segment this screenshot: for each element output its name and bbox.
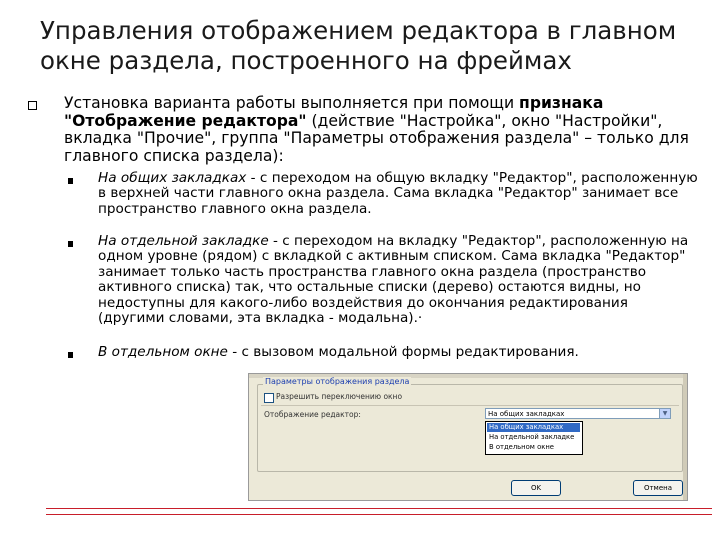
intro-text: Установка варианта работы выполняется пр…	[64, 94, 520, 112]
item-text: - с вызовом модальной формы редактирован…	[227, 344, 579, 360]
square-bullet-icon	[28, 101, 37, 110]
item-italic: На отдельной закладке	[98, 233, 269, 249]
switch-window-checkbox[interactable]	[264, 393, 274, 403]
option-common-tabs[interactable]: На общих закладках	[487, 423, 580, 432]
footer-line	[46, 508, 712, 509]
cancel-button[interactable]: Отмена	[633, 480, 683, 496]
bullet-icon	[68, 352, 73, 358]
bullet-icon	[68, 241, 73, 247]
list-item: На общих закладках - с переходом на общу…	[98, 170, 698, 217]
settings-dialog-screenshot: Параметры отображения раздела Разрешить …	[248, 373, 688, 501]
ok-button[interactable]: OK	[511, 480, 561, 496]
dialog-scrollbar[interactable]	[683, 374, 687, 500]
editor-display-dropdown: На общих закладках На отдельной закладке…	[485, 421, 583, 455]
select-value: На общих закладках	[488, 410, 565, 418]
intro-paragraph: Установка варианта работы выполняется пр…	[64, 94, 704, 165]
option-separate-window[interactable]: В отдельном окне	[487, 443, 580, 452]
footer-line	[46, 514, 712, 515]
editor-display-label: Отображение редактор:	[264, 410, 361, 419]
list-item: На отдельной закладке - с переходом на в…	[98, 233, 698, 326]
checkbox-label: Разрешить переключению окно	[276, 392, 403, 401]
item-italic: На общих закладках	[98, 170, 247, 186]
bullet-icon	[68, 178, 73, 184]
group-title: Параметры отображения раздела	[263, 377, 412, 386]
chevron-down-icon[interactable]: ▼	[659, 409, 670, 418]
slide-title: Управления отображением редактора в глав…	[40, 16, 677, 75]
item-italic: В отдельном окне	[98, 344, 228, 360]
group-divider	[261, 405, 679, 406]
list-item: В отдельном окне - с вызовом модальной ф…	[98, 344, 698, 360]
option-separate-tab[interactable]: На отдельной закладке	[487, 433, 580, 442]
editor-display-select[interactable]: На общих закладках ▼	[485, 408, 671, 419]
